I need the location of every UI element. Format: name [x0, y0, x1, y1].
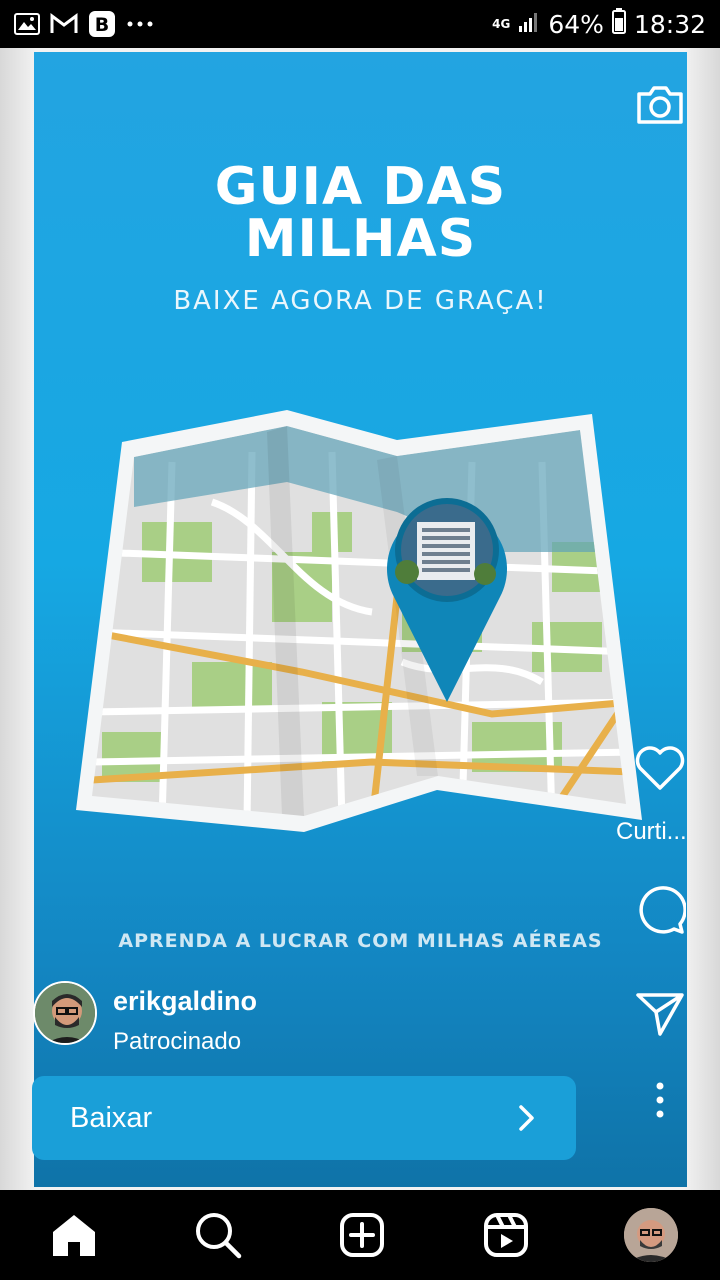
more-options-icon[interactable] — [632, 1072, 688, 1128]
username[interactable]: erikgaldino — [113, 986, 257, 1017]
battery-icon — [611, 8, 626, 40]
camera-icon[interactable] — [632, 76, 688, 132]
battery-percent: 64% — [548, 9, 604, 39]
avatar[interactable] — [33, 981, 97, 1045]
more-notifications-icon — [126, 11, 154, 37]
profile-avatar[interactable] — [624, 1208, 678, 1262]
gmail-icon — [50, 11, 78, 37]
like-label: Curti... — [616, 818, 687, 845]
sponsored-label: Patrocinado — [113, 1028, 242, 1055]
status-bar: B 4G 64% 18:32 — [0, 0, 720, 48]
send-icon[interactable] — [632, 986, 688, 1042]
bottom-navigation — [0, 1190, 720, 1280]
download-button[interactable]: Baixar — [32, 1076, 576, 1160]
network-type: 4G — [492, 16, 511, 31]
search-icon[interactable] — [192, 1209, 244, 1261]
clock: 18:32 — [633, 9, 706, 39]
signal-icon — [518, 10, 540, 39]
footline: APRENDA A LUCRAR COM MILHAS AÉREAS — [118, 930, 603, 952]
heart-icon[interactable] — [632, 740, 688, 796]
subheadline: BAIXE AGORA DE GRAÇA! — [173, 286, 548, 316]
comment-icon[interactable] — [632, 882, 688, 938]
chevron-right-icon — [516, 1103, 538, 1133]
headline-line1: GUIA DAS — [214, 157, 507, 217]
image-icon — [14, 11, 40, 37]
create-icon[interactable] — [336, 1209, 388, 1261]
svg-text:B: B — [95, 14, 109, 36]
headline-line2: MILHAS — [244, 209, 477, 269]
reels-icon[interactable] — [480, 1209, 532, 1261]
download-button-label: Baixar — [70, 1101, 153, 1134]
b-app-icon: B — [88, 11, 116, 37]
map-illustration — [76, 410, 642, 832]
home-icon[interactable] — [48, 1209, 100, 1261]
